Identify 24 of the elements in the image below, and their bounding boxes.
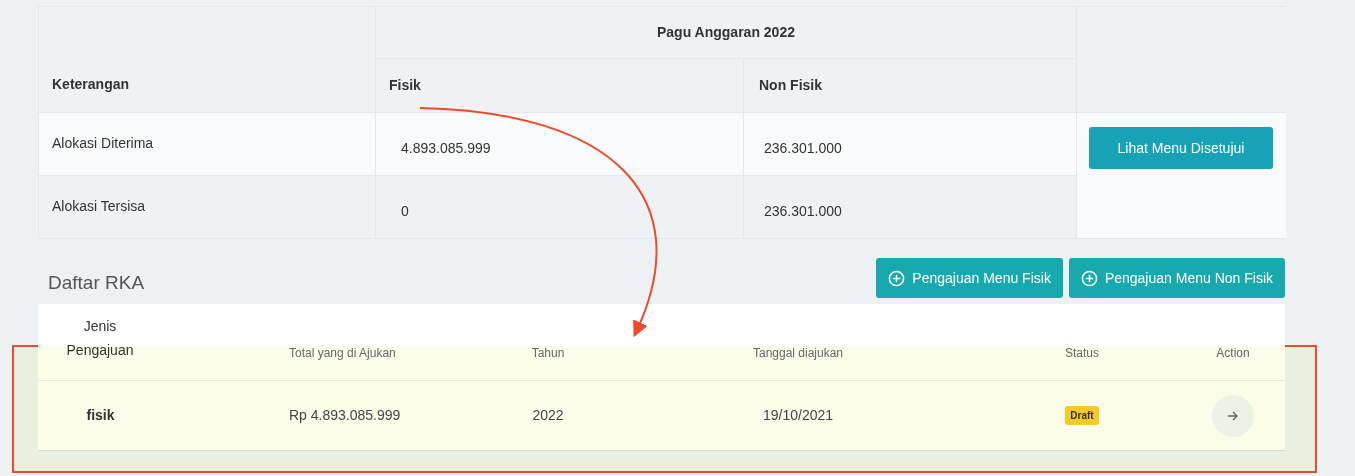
submit-button[interactable]: Pengajuan Menu Non Fisik [1068, 258, 1285, 298]
column-header: Total yang di Ajukan [288, 345, 397, 362]
table-cell: 0 [376, 175, 744, 238]
table-cell-text: fisik [86, 406, 115, 425]
table-cell-text: Rp 4.893.085.999 [288, 406, 402, 425]
plus-circle-icon [888, 269, 906, 287]
column-header: Action [1215, 345, 1251, 362]
table-cell-text: 2022 [532, 406, 564, 425]
arrow-right-button[interactable] [1212, 394, 1254, 437]
view-approved-button[interactable]: Lihat Menu Disetujui [1089, 127, 1273, 169]
column-header: Tanggal diajukan [751, 345, 845, 362]
submit-button[interactable]: Pengajuan Menu Fisik [876, 258, 1063, 298]
row-label: Alokasi Diterima [39, 112, 376, 175]
section-title: Daftar RKA [48, 270, 145, 295]
status-badge: Draft [1065, 406, 1099, 425]
column-header: Tahun [530, 345, 566, 362]
column-header: Jenis Pengajuan [65, 317, 135, 360]
table-cell-text: 19/10/2021 [762, 406, 834, 425]
plus-circle-icon [1080, 269, 1098, 287]
row-label: Alokasi Tersisa [39, 175, 376, 238]
table-cell: 4.893.085.999 [376, 112, 744, 175]
arrow-right-icon [1227, 409, 1239, 422]
table-cell: 236.301.000 [744, 112, 1076, 175]
column-header: Status [1064, 345, 1100, 362]
